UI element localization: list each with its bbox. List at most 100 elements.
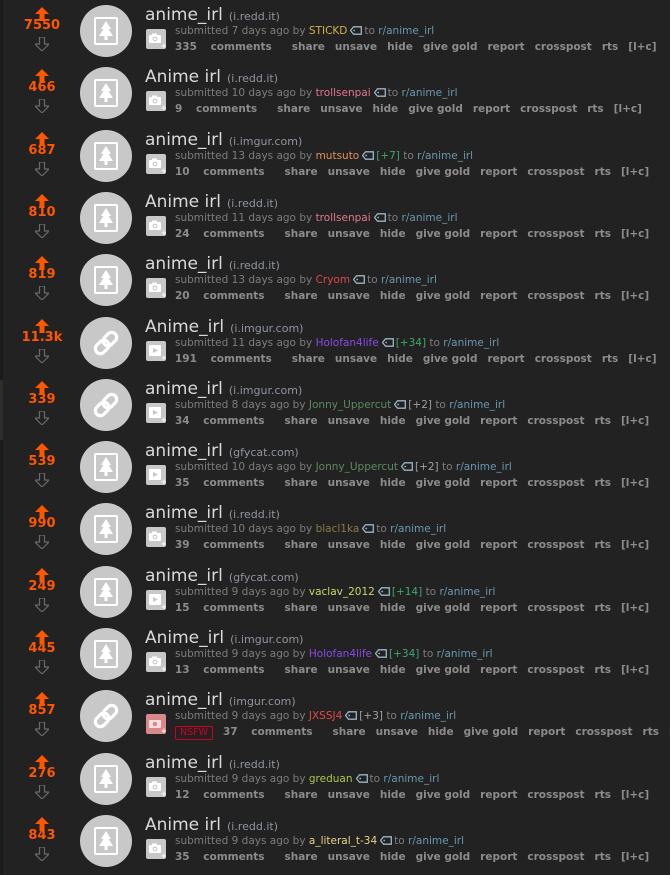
report-button[interactable]: report [480, 477, 517, 489]
report-button[interactable]: report [480, 166, 517, 178]
give-gold-button[interactable]: give gold [416, 602, 471, 614]
downvote-arrow-icon[interactable] [33, 223, 51, 239]
give-gold-button[interactable]: give gold [416, 477, 471, 489]
post-domain[interactable]: (i.redd.it) [229, 259, 280, 272]
user-tag-icon[interactable] [361, 523, 375, 533]
image-thumbnail-icon[interactable] [80, 815, 132, 867]
user-tag-icon[interactable] [377, 586, 390, 596]
post-age[interactable]: 11 days ago [232, 212, 296, 224]
comments-link[interactable]: 12 comments [175, 789, 274, 801]
comments-link[interactable]: 39 comments [175, 539, 274, 551]
post-title-link[interactable]: anime_irl [145, 130, 223, 150]
rts-button[interactable]: rts [595, 228, 611, 240]
crosspost-button[interactable]: crosspost [527, 228, 584, 240]
report-button[interactable]: report [480, 789, 517, 801]
unsave-button[interactable]: unsave [328, 789, 370, 801]
unsave-button[interactable]: unsave [335, 41, 377, 53]
hide-button[interactable]: hide [387, 353, 413, 365]
image-thumbnail-icon[interactable] [80, 67, 132, 119]
hide-button[interactable]: hide [380, 602, 406, 614]
author-link[interactable]: Holofan4life [309, 648, 372, 660]
post-age[interactable]: 10 days ago [232, 523, 296, 535]
post-title-link[interactable]: anime_irl [145, 254, 223, 274]
subreddit-link[interactable]: r/anime_irl [417, 150, 473, 162]
crosspost-button[interactable]: crosspost [527, 602, 584, 614]
share-button[interactable]: share [284, 415, 317, 427]
author-link[interactable]: a_literal_t-34 [309, 835, 377, 847]
comments-link[interactable]: 10 comments [175, 166, 274, 178]
post-domain[interactable]: (gfycat.com) [229, 571, 299, 584]
subreddit-link[interactable]: r/anime_irl [449, 399, 505, 411]
post-title-link[interactable]: Anime_irl [145, 628, 224, 648]
unsave-button[interactable]: unsave [328, 166, 370, 178]
author-link[interactable]: Holofan4life [316, 337, 379, 349]
crosspost-button[interactable]: crosspost [535, 41, 592, 53]
image-thumbnail-icon[interactable] [80, 130, 132, 182]
post-title-link[interactable]: Anime_irl [145, 317, 224, 337]
post-title-link[interactable]: Anime irl [145, 815, 221, 835]
expand-video-icon[interactable]: + [146, 590, 167, 611]
share-button[interactable]: share [292, 353, 325, 365]
share-button[interactable]: share [284, 228, 317, 240]
hide-button[interactable]: hide [380, 166, 406, 178]
share-button[interactable]: share [292, 41, 325, 53]
user-tag-icon[interactable] [374, 648, 387, 658]
expand-video-icon[interactable]: + [146, 465, 167, 486]
author-link[interactable]: blacl1ka [316, 523, 360, 535]
downvote-arrow-icon[interactable] [33, 659, 51, 675]
expand-image-icon[interactable]: + [146, 714, 167, 735]
rts-button[interactable]: rts [595, 477, 611, 489]
post-age[interactable]: 9 days ago [232, 710, 290, 722]
link-comments-button[interactable]: [l+c] [621, 539, 649, 551]
give-gold-button[interactable]: give gold [416, 228, 471, 240]
share-button[interactable]: share [284, 851, 317, 863]
image-thumbnail-icon[interactable] [80, 192, 132, 244]
author-link[interactable]: Jonny_Uppercut [309, 399, 391, 411]
downvote-arrow-icon[interactable] [33, 597, 51, 613]
comments-link[interactable]: 24 comments [175, 228, 274, 240]
image-thumbnail-icon[interactable] [80, 628, 132, 680]
hide-button[interactable]: hide [380, 539, 406, 551]
rts-button[interactable]: rts [595, 602, 611, 614]
expand-video-icon[interactable]: + [146, 341, 167, 362]
post-age[interactable]: 10 days ago [232, 87, 296, 99]
post-domain[interactable]: (i.imgur.com) [230, 633, 303, 646]
downvote-arrow-icon[interactable] [33, 472, 51, 488]
comments-link[interactable]: 35 comments [175, 851, 274, 863]
link-comments-button[interactable]: [l+c] [621, 290, 649, 302]
report-button[interactable]: report [487, 353, 524, 365]
downvote-arrow-icon[interactable] [33, 410, 51, 426]
post-title-link[interactable]: anime_irl [145, 753, 223, 773]
post-domain[interactable]: (i.imgur.com) [230, 322, 303, 335]
crosspost-button[interactable]: crosspost [520, 103, 577, 115]
rts-button[interactable]: rts [595, 664, 611, 676]
report-button[interactable]: report [480, 415, 517, 427]
unsave-button[interactable]: unsave [328, 415, 370, 427]
comments-link[interactable]: 9 comments [175, 103, 267, 115]
give-gold-button[interactable]: give gold [416, 539, 471, 551]
post-domain[interactable]: (i.redd.it) [227, 820, 278, 833]
post-domain[interactable]: (i.redd.it) [229, 10, 280, 23]
downvote-arrow-icon[interactable] [33, 721, 51, 737]
downvote-arrow-icon[interactable] [33, 161, 51, 177]
hide-button[interactable]: hide [380, 851, 406, 863]
post-title-link[interactable]: anime_irl [145, 503, 223, 523]
post-domain[interactable]: (i.imgur.com) [229, 135, 302, 148]
comments-link[interactable]: 15 comments [175, 602, 274, 614]
user-tag-icon[interactable] [373, 87, 386, 97]
report-button[interactable]: report [480, 228, 517, 240]
author-link[interactable]: vaclav_2012 [309, 586, 375, 598]
image-thumbnail-icon[interactable] [80, 441, 132, 493]
share-button[interactable]: share [284, 602, 317, 614]
image-thumbnail-icon[interactable] [80, 254, 132, 306]
post-domain[interactable]: (i.redd.it) [227, 197, 278, 210]
crosspost-button[interactable]: crosspost [527, 851, 584, 863]
rts-button[interactable]: rts [587, 103, 603, 115]
unsave-button[interactable]: unsave [328, 664, 370, 676]
post-age[interactable]: 9 days ago [232, 773, 290, 785]
unsave-button[interactable]: unsave [328, 477, 370, 489]
expand-image-icon[interactable]: + [146, 154, 167, 175]
rts-button[interactable]: rts [602, 353, 618, 365]
author-link[interactable]: STICKD [309, 25, 347, 37]
subreddit-link[interactable]: r/anime_irl [439, 586, 495, 598]
